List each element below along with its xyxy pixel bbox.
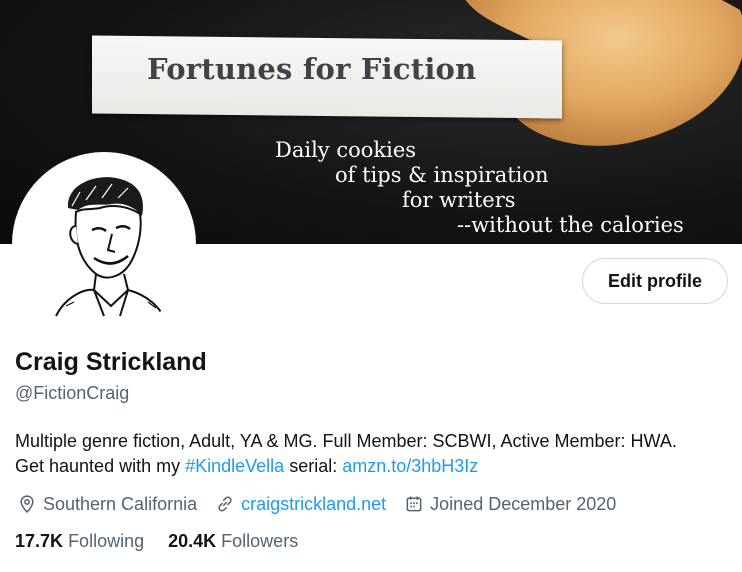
avatar[interactable]	[12, 152, 196, 336]
joined-item: Joined December 2020	[404, 494, 616, 515]
bio-line: Multiple genre fiction, Adult, YA & MG. …	[15, 431, 677, 451]
banner-title: Fortunes for Fiction	[147, 52, 477, 86]
link-icon	[218, 496, 232, 512]
profile-bio: Multiple genre fiction, Adult, YA & MG. …	[15, 429, 735, 479]
following-count: 17.7K	[15, 531, 64, 551]
website-link[interactable]: craigstrickland.net	[241, 494, 386, 515]
bio-url-link[interactable]: amzn.to/3hbH3Iz	[342, 456, 478, 476]
bio-hashtag-link[interactable]: #KindleVella	[185, 456, 284, 476]
following-label: Following	[68, 531, 145, 551]
banner-tagline-line: --without the calories	[457, 213, 684, 237]
banner-tagline-line: Daily cookies	[275, 138, 417, 162]
following-link[interactable]: 17.7K Following	[15, 531, 144, 552]
profile-handle: @FictionCraig	[15, 383, 130, 403]
profile-stats: 17.7K Following 20.4K Followers	[15, 531, 322, 552]
website-item: craigstrickland.net	[215, 494, 386, 515]
calendar-icon	[406, 496, 422, 512]
joined-text: Joined December 2020	[430, 493, 617, 514]
banner-tagline-line: for writers	[402, 188, 516, 212]
location-text: Southern California	[43, 493, 198, 514]
location-item: Southern California	[17, 494, 197, 515]
location-pin-icon	[20, 495, 34, 513]
profile-name: Craig Strickland	[15, 348, 207, 376]
banner-tagline-line: of tips & inspiration	[335, 163, 549, 187]
bio-line: Get haunted with my #KindleVella serial:…	[15, 454, 735, 479]
avatar-sketch-image	[55, 177, 167, 325]
followers-count: 20.4K	[168, 531, 217, 551]
bio-text: Get haunted with my	[15, 456, 186, 476]
followers-label: Followers	[221, 531, 299, 551]
followers-link[interactable]: 20.4K Followers	[168, 531, 298, 552]
bio-text: serial:	[284, 456, 343, 476]
edit-profile-button[interactable]: Edit profile	[582, 258, 728, 304]
profile-meta: Southern California craigstrickland.net …	[17, 491, 634, 517]
